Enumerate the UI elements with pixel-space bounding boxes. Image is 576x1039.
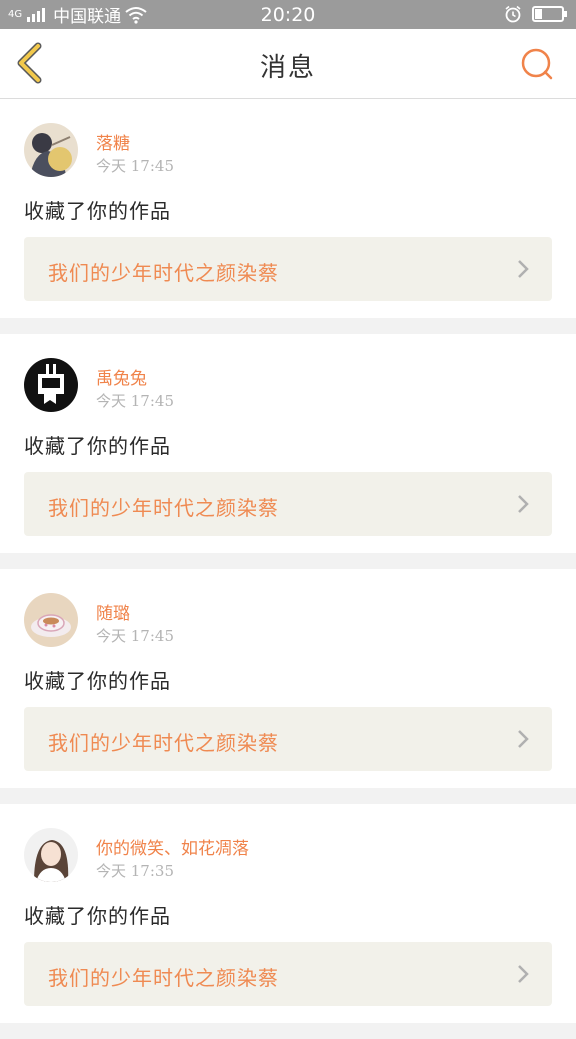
work-link[interactable]: 我们的少年时代之颜染蔡	[24, 942, 552, 1006]
chevron-right-icon	[518, 730, 529, 748]
avatar[interactable]	[24, 358, 78, 412]
message-text: 收藏了你的作品	[24, 434, 171, 458]
network-type: 4G	[8, 8, 23, 20]
message-text: 收藏了你的作品	[24, 669, 171, 693]
message-time: 今天 17:45	[96, 157, 174, 175]
battery-icon	[532, 6, 567, 22]
avatar[interactable]	[24, 123, 78, 177]
work-title: 我们的少年时代之颜染蔡	[48, 966, 279, 990]
chevron-left-icon[interactable]	[12, 41, 52, 85]
status-bar: 4G 中国联通 20:20	[0, 0, 576, 29]
message-time: 今天 17:35	[96, 862, 174, 880]
message-time: 今天 17:45	[96, 392, 174, 410]
user-name[interactable]: 随璐	[96, 599, 130, 624]
carrier-name: 中国联通	[53, 7, 122, 27]
work-link[interactable]: 我们的少年时代之颜染蔡	[24, 237, 552, 301]
page-title: 消息	[259, 53, 316, 83]
search-icon[interactable]	[518, 45, 558, 85]
user-name[interactable]: 落糖	[96, 129, 130, 154]
user-name[interactable]: 你的微笑、如花凋落	[96, 834, 249, 859]
avatar[interactable]	[24, 593, 78, 647]
chevron-right-icon	[518, 495, 529, 513]
work-link[interactable]: 我们的少年时代之颜染蔡	[24, 707, 552, 771]
chevron-right-icon	[518, 965, 529, 983]
user-name[interactable]: 禹兔兔	[96, 364, 147, 389]
wifi-icon	[125, 6, 147, 24]
work-title: 我们的少年时代之颜染蔡	[48, 496, 279, 520]
work-title: 我们的少年时代之颜染蔡	[48, 261, 279, 285]
message-text: 收藏了你的作品	[24, 199, 171, 223]
signal-icon	[27, 7, 46, 22]
battery-level	[535, 9, 542, 19]
message-card: 你的微笑、如花凋落 今天 17:35 收藏了你的作品 我们的少年时代之颜染蔡	[0, 804, 576, 1023]
alarm-icon	[505, 5, 521, 23]
work-title: 我们的少年时代之颜染蔡	[48, 731, 279, 755]
message-time: 今天 17:45	[96, 627, 174, 645]
work-link[interactable]: 我们的少年时代之颜染蔡	[24, 472, 552, 536]
nav-bar: 消息	[0, 29, 576, 99]
message-text: 收藏了你的作品	[24, 904, 171, 928]
message-list: 落糖 今天 17:45 收藏了你的作品 我们的少年时代之颜染蔡 禹兔兔 今天 1…	[0, 99, 576, 1039]
chevron-right-icon	[518, 260, 529, 278]
status-left: 4G 中国联通	[0, 2, 147, 27]
avatar[interactable]	[24, 828, 78, 882]
status-right	[504, 5, 567, 23]
message-card: 落糖 今天 17:45 收藏了你的作品 我们的少年时代之颜染蔡	[0, 99, 576, 318]
message-card: 禹兔兔 今天 17:45 收藏了你的作品 我们的少年时代之颜染蔡	[0, 334, 576, 553]
message-card: 随璐 今天 17:45 收藏了你的作品 我们的少年时代之颜染蔡	[0, 569, 576, 788]
